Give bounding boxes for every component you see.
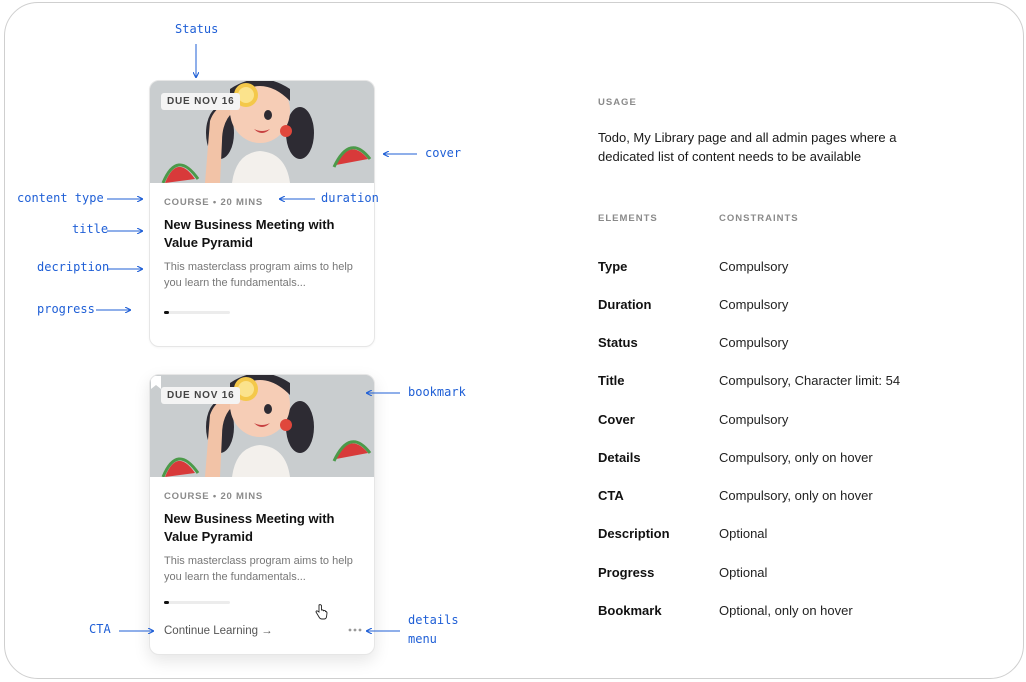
hand-cursor-icon <box>315 604 328 620</box>
card-title: New Business Meeting with Value Pyramid <box>164 511 335 544</box>
annotation-description: decription <box>37 260 110 274</box>
element-constraint: Optional, only on hover <box>719 603 853 618</box>
table-row: Duration Compulsory <box>598 297 958 317</box>
element-name: Status <box>598 335 638 350</box>
annotation-status: Status <box>175 22 219 36</box>
table-row: Cover Compulsory <box>598 412 958 432</box>
more-horizontal-icon[interactable] <box>348 627 362 633</box>
cta-label: Continue Learning → <box>164 625 273 637</box>
usage-heading: USAGE <box>598 97 637 108</box>
element-constraint: Compulsory <box>719 259 789 274</box>
progress-fill <box>164 601 170 604</box>
card-cover-image: DUE NOV 16 <box>150 81 374 183</box>
element-constraint: Compulsory, only on hover <box>719 488 873 503</box>
element-name: Duration <box>598 297 652 312</box>
annotation-details-line1: details <box>408 613 459 627</box>
annotation-cta: CTA <box>89 622 111 636</box>
continue-learning-button[interactable]: Continue Learning → <box>164 625 273 637</box>
element-name: Progress <box>598 565 655 580</box>
element-name: Title <box>598 373 625 388</box>
card-title: New Business Meeting with Value Pyramid <box>164 217 335 250</box>
table-row: Bookmark Optional, only on hover <box>598 603 958 623</box>
table-row: Status Compulsory <box>598 335 958 355</box>
table-row: Description Optional <box>598 526 958 546</box>
element-name: Cover <box>598 412 635 427</box>
table-row: Type Compulsory <box>598 259 958 279</box>
annotation-progress: progress <box>37 302 95 316</box>
card-description: This masterclass program aims to help yo… <box>164 555 353 583</box>
element-constraint: Compulsory, Character limit: 54 <box>719 373 901 388</box>
table-row: Progress Optional <box>598 565 958 585</box>
element-constraint: Optional <box>719 526 768 541</box>
usage-text: Todo, My Library page and all admin page… <box>598 130 897 164</box>
element-name: Description <box>598 526 670 541</box>
element-constraint: Compulsory, only on hover <box>719 450 873 465</box>
column-header-elements: ELEMENTS <box>598 213 658 224</box>
element-name: Bookmark <box>598 603 662 618</box>
progress-bar <box>164 311 230 314</box>
annotation-content-type: content type <box>17 191 104 205</box>
annotation-title: title <box>72 222 109 236</box>
element-name: Details <box>598 450 641 465</box>
card-description: This masterclass program aims to help yo… <box>164 261 353 289</box>
status-badge: DUE NOV 16 <box>161 93 241 110</box>
column-header-constraints: CONSTRAINTS <box>719 213 799 224</box>
progress-fill <box>164 311 170 314</box>
annotation-bookmark: bookmark <box>408 385 466 399</box>
element-name: CTA <box>598 488 624 503</box>
bookmark-icon[interactable] <box>150 375 162 390</box>
element-constraint: Compulsory <box>719 335 789 350</box>
annotation-cover: cover <box>425 146 462 160</box>
table-row: Title Compulsory, Character limit: 54 <box>598 373 958 393</box>
annotation-duration: duration <box>321 191 379 205</box>
content-type-duration: COURSE • 20 MINS <box>164 197 264 208</box>
element-constraint: Compulsory <box>719 412 789 427</box>
table-row: CTA Compulsory, only on hover <box>598 488 958 508</box>
status-badge: DUE NOV 16 <box>161 387 241 404</box>
element-constraint: Optional <box>719 565 768 580</box>
content-card-hover[interactable]: DUE NOV 16 COURSE • 20 MINS New Business… <box>149 374 375 655</box>
card-cover-image: DUE NOV 16 <box>150 375 374 477</box>
element-constraint: Compulsory <box>719 297 789 312</box>
table-row: Details Compulsory, only on hover <box>598 450 958 470</box>
content-type-duration: COURSE • 20 MINS <box>164 491 264 502</box>
annotation-details-line2: menu <box>408 632 437 646</box>
element-name: Type <box>598 259 628 274</box>
progress-bar <box>164 601 230 604</box>
content-card[interactable]: DUE NOV 16 COURSE • 20 MINS New Business… <box>149 80 375 347</box>
